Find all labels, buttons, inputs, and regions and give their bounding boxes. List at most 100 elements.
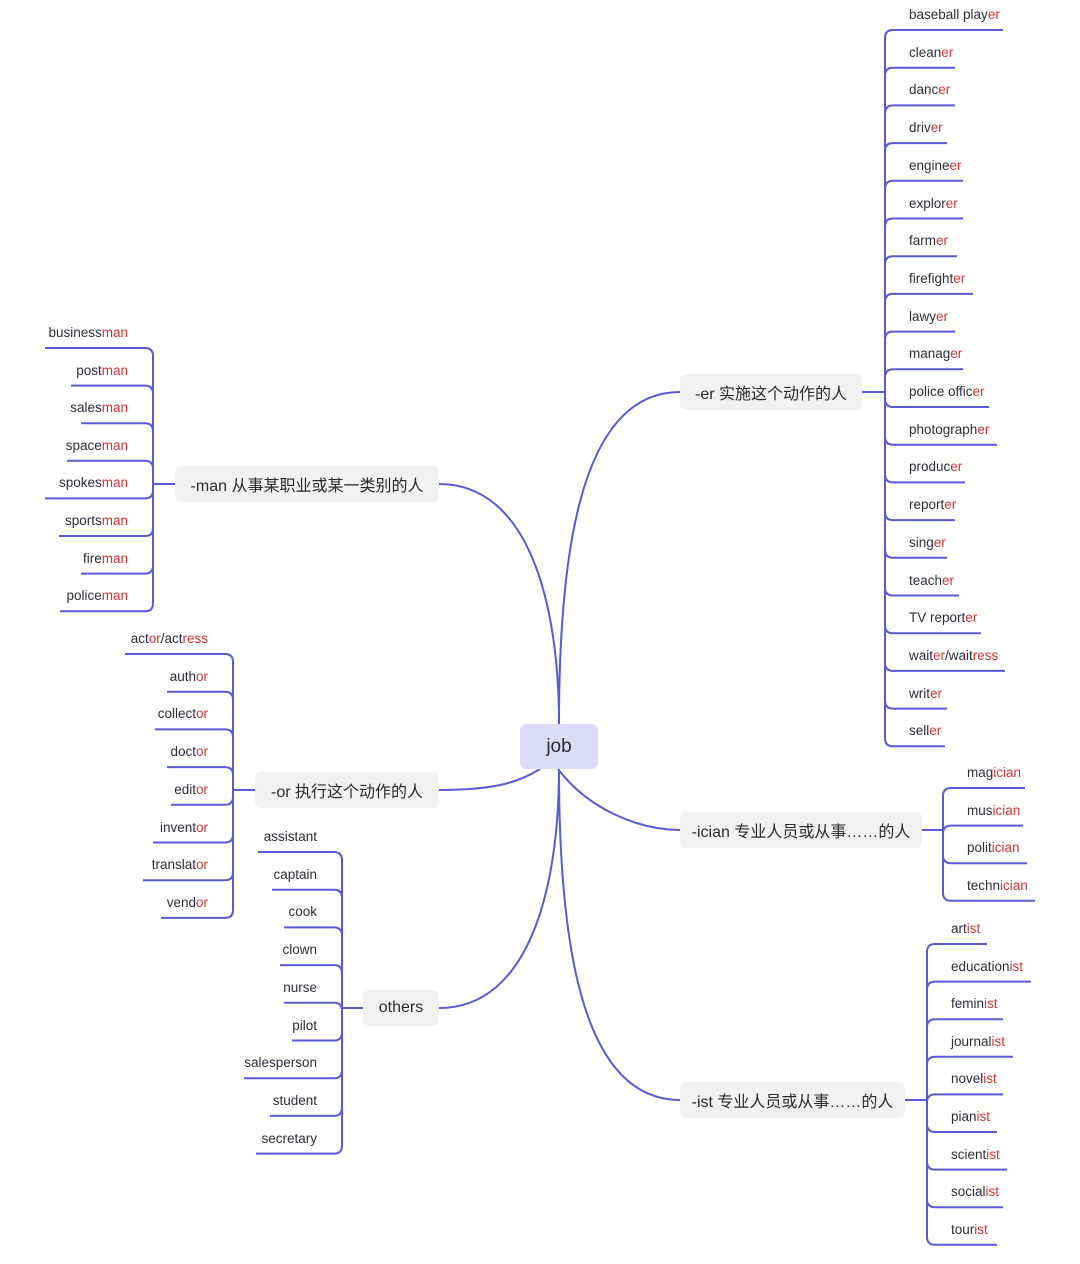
- leaf-er-2[interactable]: dancer: [909, 82, 950, 98]
- leaf-man-0[interactable]: businessman: [48, 325, 128, 341]
- leaf-ist-3[interactable]: journalist: [951, 1034, 1005, 1050]
- leaf-ician-1[interactable]: musician: [967, 803, 1020, 819]
- branch-node-er[interactable]: -er 实施这个动作的人: [680, 374, 862, 410]
- leaf-others-6[interactable]: salesperson: [244, 1055, 317, 1071]
- leaf-ician-3[interactable]: technician: [967, 878, 1028, 894]
- leaf-man-5[interactable]: sportsman: [65, 513, 128, 529]
- leaf-others-8[interactable]: secretary: [261, 1131, 317, 1147]
- leaf-underline: [884, 255, 957, 265]
- leaf-underline: [884, 142, 947, 152]
- leaf-underline: [167, 766, 234, 776]
- branch-node-ician[interactable]: -ician 专业人员或从事……的人: [680, 812, 922, 848]
- branch-node-or[interactable]: -or 执行这个动作的人: [255, 772, 439, 808]
- leaf-others-0[interactable]: assistant: [264, 829, 317, 845]
- leaf-suffix: ician: [991, 840, 1020, 856]
- leaf-ist-6[interactable]: scientist: [951, 1147, 1000, 1163]
- leaf-er-8[interactable]: lawyer: [909, 309, 948, 325]
- leaf-suffix: er: [929, 723, 942, 739]
- leaf-or-7[interactable]: vendor: [167, 895, 208, 911]
- leaf-underline: [926, 1236, 997, 1246]
- leaf-others-7[interactable]: student: [273, 1093, 317, 1109]
- leaf-er-14[interactable]: singer: [909, 535, 946, 551]
- leaf-stem: doct: [170, 744, 196, 760]
- leaf-stem: translat: [151, 857, 196, 873]
- leaf-underline: [45, 347, 154, 357]
- leaf-ician-0[interactable]: magician: [967, 765, 1021, 781]
- leaf-or-1[interactable]: author: [170, 669, 208, 685]
- leaf-man-2[interactable]: salesman: [70, 400, 128, 416]
- leaf-suffix: ress: [182, 631, 208, 646]
- leaf-er-6[interactable]: farmer: [909, 233, 948, 249]
- leaf-er-0[interactable]: baseball player: [909, 7, 1000, 23]
- leaf-er-18[interactable]: writer: [909, 686, 942, 702]
- leaf-man-3[interactable]: spaceman: [66, 438, 128, 454]
- leaf-ist-8[interactable]: tourist: [951, 1222, 988, 1238]
- leaf-suffix: er: [938, 82, 951, 98]
- leaf-stem: sell: [909, 723, 930, 739]
- leaf-er-15[interactable]: teacher: [909, 573, 954, 589]
- branch-node-others[interactable]: others: [363, 990, 439, 1026]
- leaf-er-9[interactable]: manager: [909, 346, 962, 362]
- leaf-underline: [926, 980, 1031, 990]
- branch-connector-ist: [558, 768, 681, 1101]
- root-node-job[interactable]: job: [520, 724, 598, 769]
- leaf-underline: [926, 1093, 1003, 1103]
- leaf-ist-1[interactable]: educationist: [951, 959, 1023, 975]
- leaf-man-1[interactable]: postman: [76, 363, 128, 379]
- leaf-er-12[interactable]: producer: [909, 459, 962, 475]
- leaf-underline: [942, 787, 1025, 797]
- leaf-suffix: er: [942, 572, 955, 588]
- leaf-er-13[interactable]: reporter: [909, 497, 956, 513]
- leaf-stem: mus: [967, 802, 993, 818]
- branch-node-man[interactable]: -man 从事某职业或某一类别的人: [175, 466, 439, 502]
- leaf-stem: police offic: [909, 384, 973, 399]
- leaf-er-7[interactable]: firefighter: [909, 271, 965, 287]
- leaf-ist-7[interactable]: socialist: [951, 1184, 999, 1200]
- leaf-er-4[interactable]: engineer: [909, 158, 962, 174]
- leaf-or-0[interactable]: actor/actress: [131, 631, 208, 647]
- leaf-stem: wait: [909, 647, 934, 663]
- leaf-ist-2[interactable]: feminist: [951, 996, 998, 1012]
- leaf-underline: [926, 943, 987, 953]
- leaf-er-19[interactable]: seller: [909, 723, 941, 739]
- leaf-ist-5[interactable]: pianist: [951, 1109, 990, 1125]
- leaf-ist-4[interactable]: novelist: [951, 1071, 997, 1087]
- leaf-or-3[interactable]: doctor: [170, 744, 208, 760]
- leaf-stem: TV report: [909, 610, 966, 626]
- leaf-or-6[interactable]: translator: [152, 857, 208, 873]
- leaf-underline: [884, 66, 955, 76]
- branch-connector-ician: [557, 768, 681, 831]
- leaf-suffix: ician: [992, 802, 1021, 818]
- leaf-others-1[interactable]: captain: [273, 867, 317, 883]
- leaf-er-16[interactable]: TV reporter: [909, 610, 977, 626]
- leaf-stem: journal: [951, 1033, 992, 1049]
- leaf-stem: art: [951, 921, 967, 936]
- branch-node-ist[interactable]: -ist 专业人员或从事……的人: [680, 1082, 905, 1118]
- leaf-or-2[interactable]: collector: [158, 706, 208, 722]
- leaf-underline: [884, 662, 1005, 672]
- leaf-suffix: ist: [976, 1109, 991, 1124]
- leaf-others-4[interactable]: nurse: [283, 980, 317, 996]
- leaf-stem: polit: [967, 840, 992, 856]
- leaf-others-5[interactable]: pilot: [292, 1018, 317, 1034]
- leaf-man-7[interactable]: policeman: [66, 588, 128, 604]
- leaf-er-17[interactable]: waiter/waitress: [909, 648, 998, 664]
- leaf-man-4[interactable]: spokesman: [59, 475, 128, 491]
- leaf-underline: [45, 490, 154, 500]
- leaf-others-3[interactable]: clown: [282, 942, 317, 958]
- leaf-man-6[interactable]: fireman: [83, 551, 128, 567]
- leaf-stem: collect: [157, 706, 196, 722]
- leaf-suffix: ist: [985, 1184, 1000, 1200]
- leaf-or-5[interactable]: inventor: [160, 820, 208, 836]
- leaf-suffix: er: [930, 120, 943, 136]
- leaf-er-1[interactable]: cleaner: [909, 45, 953, 61]
- leaf-or-4[interactable]: editor: [174, 782, 208, 798]
- leaf-er-10[interactable]: police officer: [909, 384, 985, 400]
- leaf-ician-2[interactable]: politician: [967, 840, 1020, 856]
- leaf-ist-0[interactable]: artist: [951, 921, 980, 937]
- leaf-er-5[interactable]: explorer: [909, 196, 958, 212]
- leaf-er-11[interactable]: photographer: [909, 422, 989, 438]
- leaf-er-3[interactable]: driver: [909, 120, 943, 136]
- leaf-others-2[interactable]: cook: [288, 904, 317, 920]
- leaf-underline: [284, 1001, 343, 1011]
